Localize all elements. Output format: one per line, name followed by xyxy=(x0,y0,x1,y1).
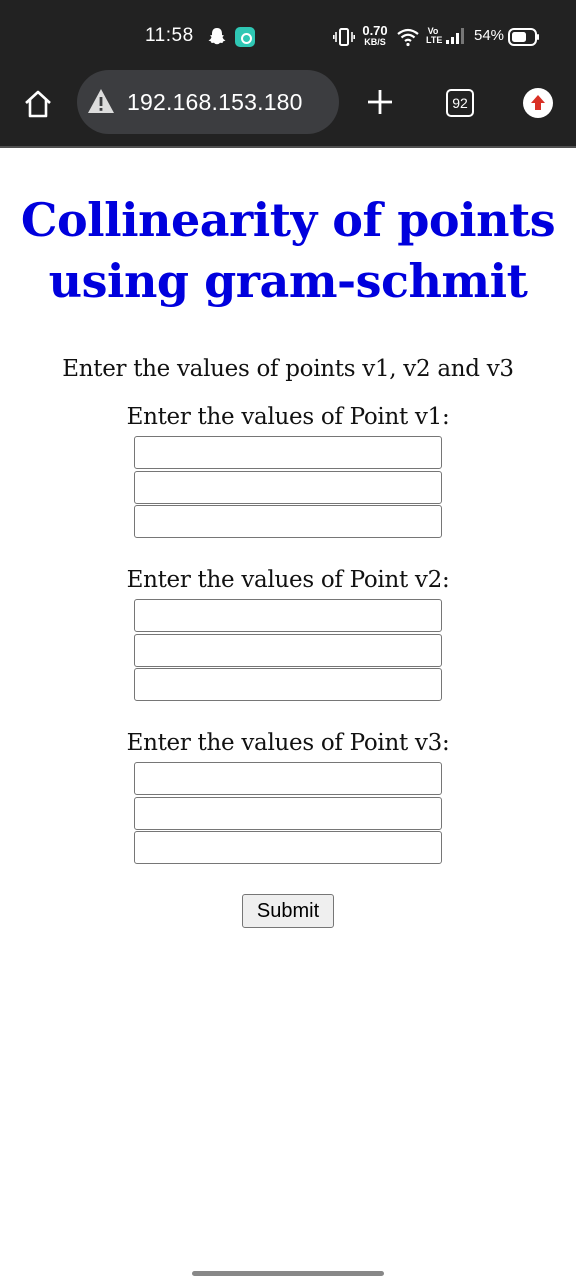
network-speed: 0.70 KB/S xyxy=(361,24,389,47)
app-notification-icon xyxy=(235,27,255,47)
point-v1-input-1[interactable] xyxy=(134,436,442,469)
battery-percent: 54% xyxy=(474,27,505,44)
status-bar: 11:58 0.70 KB/S Vo LTE 54% xyxy=(0,0,576,70)
battery-icon xyxy=(508,28,539,46)
url-text[interactable]: 192.168.153.180 xyxy=(127,89,303,116)
page-title-line-2: using gram-schmit xyxy=(48,254,528,308)
submit-row: Submit xyxy=(0,894,576,928)
volte-label: Vo LTE xyxy=(426,26,443,45)
page-content: Collinearity of points using gram-schmit… xyxy=(0,150,576,928)
intro-text: Enter the values of points v1, v2 and v3 xyxy=(62,356,514,382)
signal-icon xyxy=(446,28,464,44)
network-speed-unit: KB/S xyxy=(364,37,386,47)
page-title: Collinearity of points using gram-schmit xyxy=(0,190,576,312)
update-icon[interactable] xyxy=(523,88,553,118)
point-v2-group: Enter the values of Point v2: xyxy=(0,567,576,701)
new-tab-icon[interactable] xyxy=(366,88,394,116)
browser-toolbar: 192.168.153.180 92 xyxy=(0,70,576,148)
snapchat-icon xyxy=(208,28,226,45)
page-title-line-1: Collinearity of points xyxy=(20,193,556,247)
gesture-nav-handle[interactable] xyxy=(192,1271,384,1276)
network-speed-value: 0.70 xyxy=(362,23,388,38)
wifi-icon xyxy=(397,28,419,47)
point-v1-group: Enter the values of Point v1: xyxy=(0,404,576,538)
point-v3-label: Enter the values of Point v3: xyxy=(126,730,450,756)
home-icon[interactable] xyxy=(22,88,54,120)
point-v3-input-1[interactable] xyxy=(134,762,442,795)
point-v1-label: Enter the values of Point v1: xyxy=(126,404,450,430)
point-v3-group: Enter the values of Point v3: xyxy=(0,730,576,864)
not-secure-warning-icon[interactable] xyxy=(87,88,115,114)
submit-button[interactable]: Submit xyxy=(242,894,334,928)
points-form: Enter the values of Point v1: Enter the … xyxy=(0,404,576,928)
address-bar[interactable]: 192.168.153.180 xyxy=(77,70,339,134)
point-v2-label: Enter the values of Point v2: xyxy=(126,567,450,593)
point-v1-input-2[interactable] xyxy=(134,470,442,504)
point-v2-input-3[interactable] xyxy=(134,668,442,701)
update-arrow-icon xyxy=(531,95,545,110)
point-v1-input-3[interactable] xyxy=(134,505,442,538)
point-v3-input-3[interactable] xyxy=(134,831,442,864)
point-v2-input-1[interactable] xyxy=(134,599,442,632)
point-v3-input-2[interactable] xyxy=(134,796,442,830)
status-time: 11:58 xyxy=(145,25,194,46)
vibrate-icon xyxy=(333,28,355,46)
point-v2-input-2[interactable] xyxy=(134,633,442,667)
tabs-icon[interactable]: 92 xyxy=(446,89,474,117)
